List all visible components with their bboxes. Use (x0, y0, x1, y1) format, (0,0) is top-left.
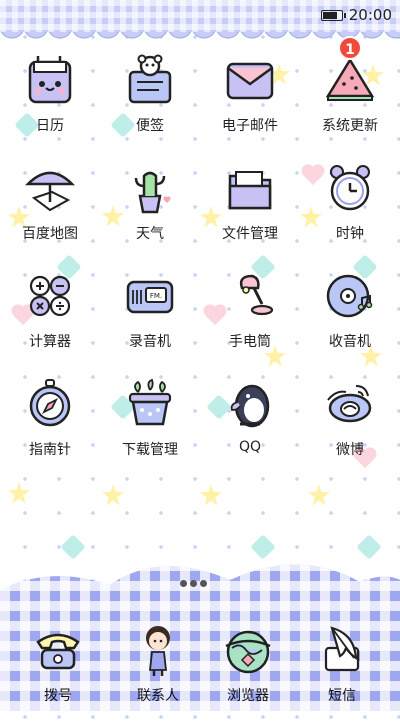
alarm-clock-icon (320, 158, 380, 218)
app-clock[interactable]: 时钟 (300, 158, 400, 266)
app-label: 拨号 (44, 688, 72, 704)
app-label: 下载管理 (122, 442, 178, 458)
calendar-bag-icon (20, 50, 80, 110)
weibo-eye-icon (320, 374, 380, 434)
star-decoration (200, 484, 222, 506)
dock-browser[interactable]: 浏览器 (198, 620, 298, 728)
app-calendar[interactable]: 日历 (0, 50, 100, 158)
app-weather[interactable]: 天气 (100, 158, 200, 266)
star-decoration (102, 484, 124, 506)
app-qq[interactable]: QQ (200, 374, 300, 482)
app-label: 手电筒 (229, 334, 271, 350)
app-label: 指南针 (29, 442, 71, 458)
radio-fm-icon: FM. (120, 266, 180, 326)
star-decoration (8, 482, 30, 504)
app-label: 便签 (136, 118, 164, 134)
diamond-decoration (250, 534, 276, 560)
app-label: 文件管理 (222, 226, 278, 242)
app-email[interactable]: 电子邮件 (200, 50, 300, 158)
notes-bear-icon (120, 50, 180, 110)
app-label: 系统更新 (322, 118, 378, 134)
telephone-icon (28, 620, 88, 680)
diamond-decoration (60, 534, 86, 560)
compass-icon (20, 374, 80, 434)
envelope-icon (220, 50, 280, 110)
app-label: 收音机 (329, 334, 371, 350)
app-system-update[interactable]: 1 系统更新 (300, 36, 400, 158)
feather-letter-icon (312, 620, 372, 680)
watermelon-icon: 1 (320, 36, 380, 110)
calculator-icon (20, 266, 80, 326)
cactus-icon (120, 158, 180, 218)
desk-lamp-icon (220, 266, 280, 326)
app-flashlight[interactable]: 手电筒 (200, 266, 300, 374)
page-dot (190, 580, 197, 587)
app-label: 录音机 (129, 334, 171, 350)
page-dot (180, 580, 187, 587)
app-label: 浏览器 (227, 688, 269, 704)
status-bar: 20:00 (0, 0, 400, 32)
status-time: 20:00 (348, 6, 392, 24)
page-indicator (180, 580, 207, 587)
notification-badge: 1 (338, 36, 362, 60)
battery-icon (320, 9, 346, 21)
plant-pot-icon (120, 374, 180, 434)
app-radio[interactable]: 收音机 (300, 266, 400, 374)
app-compass[interactable]: 指南针 (0, 374, 100, 482)
app-file-manager[interactable]: 文件管理 (200, 158, 300, 266)
star-decoration (308, 484, 330, 506)
penguin-icon (220, 374, 280, 434)
dock-messages[interactable]: 短信 (292, 620, 392, 728)
app-label: QQ (238, 439, 262, 455)
app-label: 日历 (36, 118, 64, 134)
vinyl-disc-icon (320, 266, 380, 326)
dock-phone[interactable]: 拨号 (8, 620, 108, 728)
app-label: 时钟 (336, 226, 364, 242)
umbrella-map-icon (20, 158, 80, 218)
app-notes[interactable]: 便签 (100, 50, 200, 158)
globe-icon (218, 620, 278, 680)
app-label: 天气 (136, 226, 164, 242)
girl-contact-icon (128, 620, 188, 680)
app-label: 百度地图 (22, 226, 78, 242)
dock-contacts[interactable]: 联系人 (108, 620, 208, 728)
app-label: 短信 (328, 688, 356, 704)
app-recorder[interactable]: FM. 录音机 (100, 266, 200, 374)
app-label: 计算器 (29, 334, 71, 350)
folder-icon (220, 158, 280, 218)
app-weibo[interactable]: 微博 (300, 374, 400, 482)
svg-text:FM.: FM. (150, 292, 162, 300)
app-label: 电子邮件 (222, 118, 278, 134)
app-baidu-map[interactable]: 百度地图 (0, 158, 100, 266)
app-label: 微博 (336, 442, 364, 458)
diamond-decoration (356, 534, 382, 560)
app-calculator[interactable]: 计算器 (0, 266, 100, 374)
app-download-manager[interactable]: 下载管理 (100, 374, 200, 482)
page-dot (200, 580, 207, 587)
app-label: 联系人 (137, 688, 179, 704)
